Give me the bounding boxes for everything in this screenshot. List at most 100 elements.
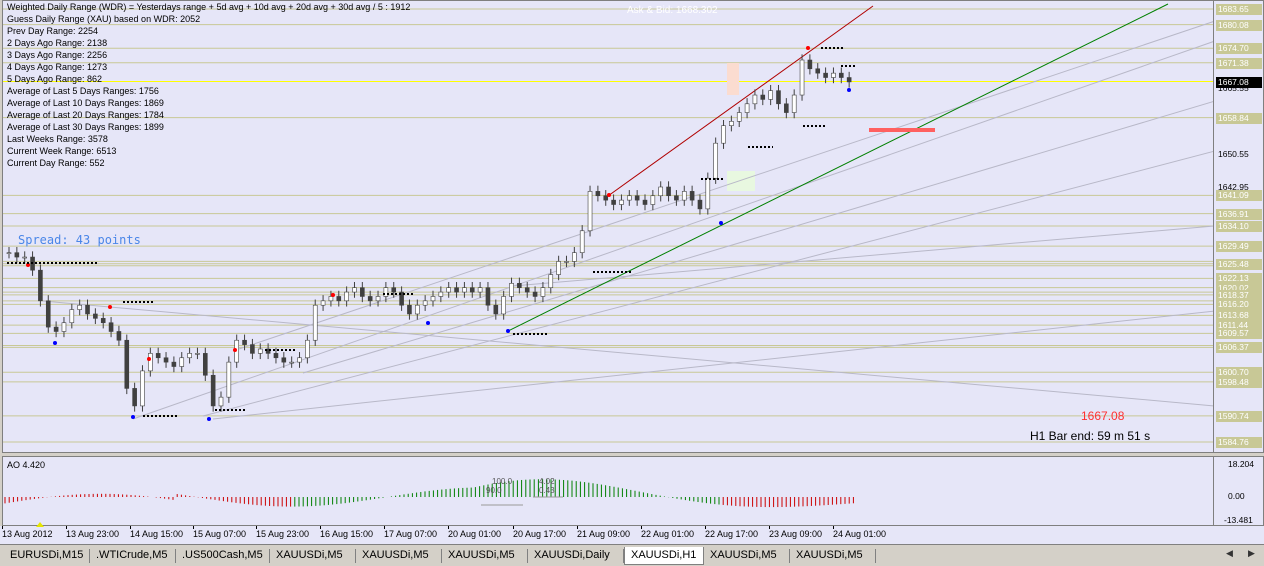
candle-body — [226, 361, 232, 398]
info-line: Current Week Range: 6513 — [7, 146, 117, 156]
time-axis: 13 Aug 2012 13 Aug 23:00 14 Aug 15:00 15 Au… — [0, 522, 1264, 544]
candle-body — [807, 59, 813, 70]
candle-body — [344, 291, 349, 302]
candle-body — [697, 199, 703, 210]
fractal-marker — [847, 88, 851, 92]
tab-chart[interactable]: XAUUSDi,M5 — [442, 547, 528, 565]
fractal-marker — [108, 305, 112, 309]
candle-body — [257, 348, 263, 354]
ao-label-90: 90.0 — [486, 486, 502, 495]
ao-indicator-panel[interactable]: AO 4.420 100.0 90.0 4.02 0.43 — [2, 456, 1214, 526]
period-separator-marker — [36, 522, 44, 527]
tab-chart[interactable]: XAUUSDi,M5 — [270, 547, 356, 565]
candle-body — [791, 94, 797, 113]
ao-scale-top: 18.204 — [1228, 459, 1254, 469]
candle-body — [360, 287, 365, 297]
candle-body — [713, 142, 718, 179]
candle-body — [281, 357, 287, 363]
price-label: 1606.37 — [1216, 342, 1262, 354]
candle-body — [124, 339, 130, 389]
candle-body — [501, 296, 506, 315]
candle-body — [320, 300, 326, 306]
candle-body — [367, 296, 373, 302]
fractal-marker — [506, 329, 510, 333]
fractal-marker — [719, 221, 723, 225]
fractal-marker — [147, 357, 151, 361]
price-label: 1671.38 — [1216, 57, 1262, 69]
info-line: 3 Days Ago Range: 2256 — [7, 50, 108, 60]
candle-body — [540, 287, 546, 297]
price-chart[interactable]: Weighted Daily Range (WDR) = Yesterdays … — [2, 0, 1214, 453]
zone-box — [727, 63, 739, 95]
candle-body — [69, 309, 75, 324]
candle-body — [784, 103, 789, 113]
tab-chart[interactable]: .WTICrude,M5 — [90, 547, 176, 565]
candle-body — [776, 90, 781, 105]
trend-line-red — [607, 5, 874, 197]
tab-chart[interactable]: EURUSDi,M15 — [4, 547, 90, 565]
candle-body — [446, 287, 452, 293]
info-line: Average of Last 10 Days Ranges: 1869 — [7, 98, 164, 108]
chart-tab-bar: EURUSDi,M15 .WTICrude,M5 .US500Cash,M5 XAUU… — [0, 544, 1264, 566]
time-label: 16 Aug 15:00 — [320, 529, 374, 539]
tab-separator — [875, 549, 876, 563]
candle-body — [22, 256, 28, 259]
candle-body — [273, 353, 279, 359]
tab-chart[interactable]: XAUUSDi,Daily — [528, 547, 624, 565]
fractal-marker — [607, 193, 611, 197]
candle-body — [674, 195, 679, 201]
fractal-marker — [331, 293, 335, 297]
ao-scale-bottom: -13.481 — [1224, 515, 1253, 525]
candle-body — [85, 304, 90, 315]
fractal-marker — [53, 341, 57, 345]
candle-body — [61, 322, 67, 332]
zone-box — [727, 171, 755, 191]
info-line: Average of Last 20 Days Ranges: 1784 — [7, 110, 164, 120]
price-label: 1616.20 — [1216, 299, 1262, 311]
candle-body — [729, 121, 734, 126]
candle-body — [752, 94, 758, 105]
price-label: 1636.91 — [1216, 208, 1262, 220]
ao-title: AO 4.420 — [7, 460, 46, 470]
spread-label: Spread: 43 points — [18, 233, 141, 247]
tab-chart[interactable]: XAUUSDi,M5 — [790, 547, 876, 565]
candle-body — [572, 252, 577, 262]
candle-body — [148, 353, 153, 372]
info-line: Current Day Range: 552 — [7, 158, 105, 168]
time-label: 20 Aug 17:00 — [513, 529, 567, 539]
candle-body — [705, 177, 711, 210]
candle-body — [289, 361, 294, 364]
candle-body — [312, 304, 318, 341]
candle-body — [336, 296, 342, 302]
candle-body — [100, 318, 106, 324]
trend-line-green — [507, 3, 1169, 332]
price-scale[interactable]: 1683.65 1680.08 1674.70 1671.38 1665.55 1658.… — [1214, 0, 1264, 453]
bar-end-label: H1 Bar end: 59 m 51 s — [1030, 429, 1151, 443]
time-label: 20 Aug 01:00 — [448, 529, 502, 539]
price-label: 1680.08 — [1216, 19, 1262, 31]
tab-chart[interactable]: .US500Cash,M5 — [176, 547, 270, 565]
candle-body — [454, 287, 459, 293]
tab-chart[interactable]: XAUUSDi,M5 — [356, 547, 442, 565]
time-label: 22 Aug 01:00 — [641, 529, 695, 539]
candle-body — [579, 230, 585, 253]
price-label: 1625.48 — [1216, 258, 1262, 270]
price-label: 1683.65 — [1216, 4, 1262, 15]
tab-active-chart[interactable]: XAUUSDi,H1 — [624, 547, 704, 565]
fractal-marker — [131, 415, 135, 419]
info-line: Weighted Daily Range (WDR) = Yesterdays … — [7, 2, 411, 12]
candle-body — [328, 296, 334, 302]
chevron-right-icon[interactable]: ▶ — [1248, 549, 1255, 559]
candle-body — [462, 287, 467, 293]
time-label: 17 Aug 07:00 — [384, 529, 438, 539]
trend-line — [232, 21, 1213, 352]
candle-body — [132, 388, 137, 407]
candle-body — [218, 396, 224, 407]
tab-chart[interactable]: XAUUSDi,M5 — [704, 547, 790, 565]
time-label: 22 Aug 17:00 — [705, 529, 759, 539]
fractal-marker — [233, 348, 237, 352]
ao-scale: 18.204 0.00 -13.481 — [1214, 456, 1264, 526]
candle-body — [799, 59, 805, 96]
chevron-left-icon[interactable]: ◀ — [1226, 549, 1233, 559]
candle-body — [721, 125, 726, 144]
